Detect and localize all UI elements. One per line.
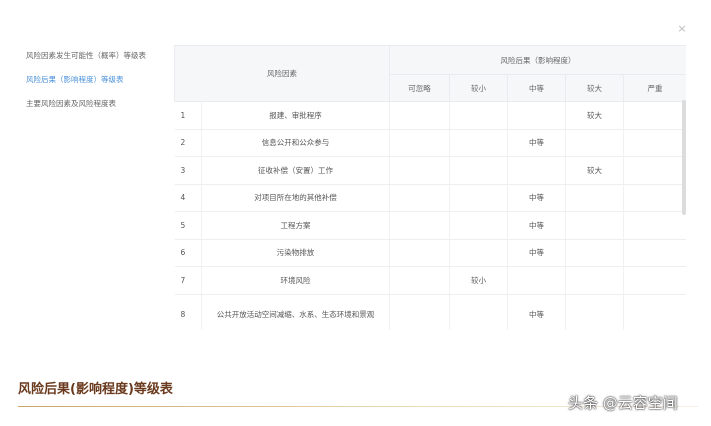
sidebar-item-risk-level-table[interactable]: 主要风险因素及风险程度表 xyxy=(26,98,171,122)
header-level-moderate: 中等 xyxy=(507,74,566,102)
level-cell xyxy=(565,266,624,295)
row-factor: 对项目所在地的其他补偿 xyxy=(201,184,390,212)
row-number: 6 xyxy=(174,239,202,267)
level-cell xyxy=(389,129,450,157)
row-number: 4 xyxy=(174,184,202,212)
row-factor: 公共开放活动空间减缩、水系、生态环境和景观 xyxy=(201,294,390,330)
level-cell xyxy=(389,156,450,185)
header-level-minor: 较小 xyxy=(449,74,508,102)
level-cell: 中等 xyxy=(507,184,566,212)
level-cell xyxy=(507,156,566,185)
level-cell xyxy=(623,156,686,185)
level-cell xyxy=(389,239,450,267)
row-number: 2 xyxy=(174,129,202,157)
level-cell xyxy=(449,294,508,330)
section-title: 风险后果(影响程度)等级表 xyxy=(18,382,173,397)
close-icon[interactable]: × xyxy=(675,22,689,36)
row-number: 3 xyxy=(174,156,202,185)
table-row: 7 环境风险 较小 xyxy=(174,266,686,295)
table-row: 6 污染物排放 中等 xyxy=(174,239,686,267)
level-cell xyxy=(449,184,508,212)
sidebar-item-consequence-table[interactable]: 风险后果（影响程度）等级表 xyxy=(26,74,171,98)
row-factor: 污染物排放 xyxy=(201,239,390,267)
table-row: 1 报建、审批程序 较大 xyxy=(174,101,686,130)
row-number: 8 xyxy=(174,294,202,330)
level-cell: 较大 xyxy=(565,101,624,130)
table-row: 4 对项目所在地的其他补偿 中等 xyxy=(174,184,686,212)
level-cell xyxy=(449,239,508,267)
table-row: 2 信息公开和公众参与 中等 xyxy=(174,129,686,157)
row-factor: 征收补偿（安置）工作 xyxy=(201,156,390,185)
level-cell xyxy=(565,239,624,267)
row-number: 7 xyxy=(174,266,202,295)
risk-consequence-table: 风险因素 风险后果（影响程度） 可忽略 较小 中等 较大 严重 1 报建、审批程… xyxy=(174,45,686,330)
watermark: 头条 @云容空间 xyxy=(568,394,678,412)
table-row: 5 工程方案 中等 xyxy=(174,211,686,240)
header-consequence-group: 风险后果（影响程度） xyxy=(388,45,686,75)
row-number: 1 xyxy=(174,101,202,130)
level-cell xyxy=(565,129,624,157)
level-cell: 中等 xyxy=(507,294,566,330)
level-cell: 中等 xyxy=(507,129,566,157)
level-cell xyxy=(565,211,624,240)
level-cell: 较小 xyxy=(449,266,508,295)
level-cell: 较大 xyxy=(565,156,624,185)
level-cell xyxy=(389,211,450,240)
level-cell xyxy=(565,184,624,212)
level-cell xyxy=(449,101,508,130)
row-factor: 报建、审批程序 xyxy=(201,101,390,130)
level-cell xyxy=(389,101,450,130)
level-cell xyxy=(623,239,686,267)
level-cell xyxy=(449,129,508,157)
level-cell xyxy=(623,184,686,212)
header-level-major: 较大 xyxy=(565,74,624,102)
header-level-severe: 严重 xyxy=(622,74,686,102)
level-cell xyxy=(623,294,686,330)
level-cell xyxy=(623,101,686,130)
level-cell xyxy=(449,211,508,240)
level-cell xyxy=(623,129,686,157)
level-cell: 中等 xyxy=(507,211,566,240)
sidebar-nav: 风险因素发生可能性（概率）等级表 风险后果（影响程度）等级表 主要风险因素及风险… xyxy=(26,50,171,122)
risk-table-panel: 风险因素 风险后果（影响程度） 可忽略 较小 中等 较大 严重 1 报建、审批程… xyxy=(174,45,686,330)
level-cell xyxy=(507,266,566,295)
level-cell xyxy=(565,294,624,330)
level-cell xyxy=(623,266,686,295)
level-cell: 中等 xyxy=(507,239,566,267)
sidebar-item-probability-table[interactable]: 风险因素发生可能性（概率）等级表 xyxy=(26,50,171,74)
level-cell xyxy=(507,101,566,130)
header-risk-factor: 风险因素 xyxy=(174,45,390,102)
level-cell xyxy=(389,184,450,212)
table-scrollbar[interactable] xyxy=(682,100,686,215)
row-number: 5 xyxy=(174,211,202,240)
row-factor: 环境风险 xyxy=(201,266,390,295)
level-cell xyxy=(449,156,508,185)
row-factor: 信息公开和公众参与 xyxy=(201,129,390,157)
table-row: 3 征收补偿（安置）工作 较大 xyxy=(174,156,686,185)
level-cell xyxy=(623,211,686,240)
level-cell xyxy=(389,266,450,295)
table-row: 8 公共开放活动空间减缩、水系、生态环境和景观 中等 xyxy=(174,294,686,330)
row-factor: 工程方案 xyxy=(201,211,390,240)
level-cell xyxy=(389,294,450,330)
header-level-negligible: 可忽略 xyxy=(389,74,450,102)
